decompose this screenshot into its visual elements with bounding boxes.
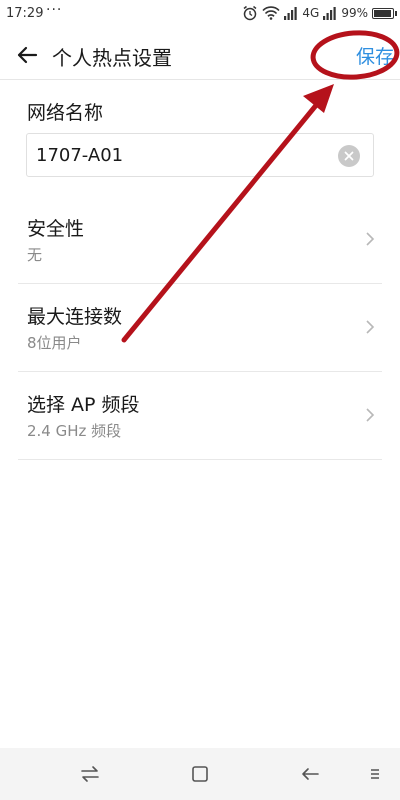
battery-text: 99% [341, 6, 368, 20]
network-type: 4G [302, 6, 320, 20]
setting-row-ap-band[interactable]: 选择 AP 频段 2.4 GHz 频段 [18, 372, 382, 460]
clear-icon[interactable] [338, 145, 360, 167]
network-name-input[interactable] [36, 142, 326, 168]
setting-value: 8位用户 [27, 334, 82, 352]
status-dots: ··· [46, 2, 63, 18]
annotation-arrow-head [303, 84, 334, 113]
menu-icon[interactable] [368, 762, 382, 786]
alarm-icon [243, 5, 257, 21]
home-icon[interactable] [188, 762, 212, 786]
network-name-label: 网络名称 [27, 102, 104, 124]
switch-icon[interactable] [78, 762, 102, 786]
chevron-right-icon [366, 408, 375, 422]
signal-icon-2 [323, 6, 337, 20]
battery-icon [372, 7, 397, 19]
navigation-bar [0, 748, 400, 800]
title-bar: 个人热点设置 保存 [0, 30, 400, 80]
battery-fill [374, 9, 391, 17]
setting-title: 安全性 [27, 218, 85, 240]
wifi-icon [262, 6, 280, 20]
signal-icon [284, 6, 298, 20]
setting-title: 选择 AP 频段 [27, 394, 140, 416]
status-icons: 4G 99% [242, 5, 397, 21]
network-name-field[interactable] [26, 133, 374, 177]
chevron-right-icon [366, 320, 375, 334]
page-title: 个人热点设置 [52, 46, 172, 70]
setting-row-security[interactable]: 安全性 无 [18, 196, 382, 284]
setting-value: 2.4 GHz 频段 [27, 422, 122, 440]
chevron-right-icon [366, 232, 375, 246]
setting-row-max-connections[interactable]: 最大连接数 8位用户 [18, 284, 382, 372]
setting-title: 最大连接数 [27, 306, 123, 328]
status-bar: 17:29 ··· 4G 99% [0, 0, 400, 30]
arrow-left-icon[interactable] [12, 40, 42, 70]
save-button[interactable]: 保存 [356, 42, 394, 69]
status-time: 17:29 [6, 6, 44, 21]
nav-back-icon[interactable] [298, 762, 322, 786]
setting-value: 无 [27, 246, 43, 264]
